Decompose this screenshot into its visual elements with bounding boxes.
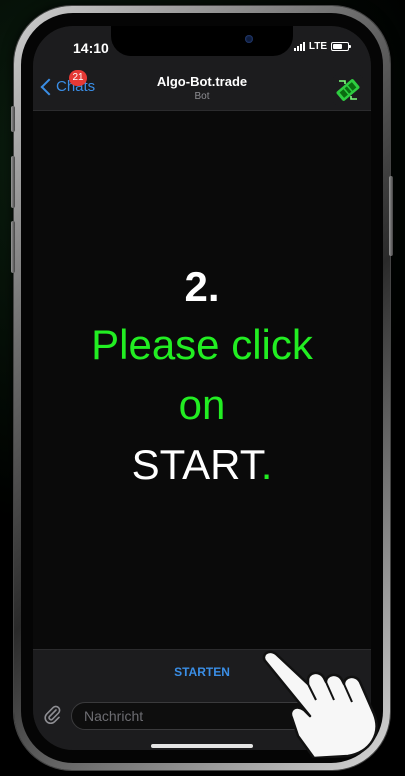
- instruction-line-2: on: [178, 381, 226, 428]
- algo-bot-logo-icon[interactable]: [333, 75, 363, 105]
- start-word: START: [131, 441, 261, 488]
- instruction-line-1: Please click: [91, 321, 313, 368]
- chat-subtitle: Bot: [194, 91, 210, 102]
- notch: [111, 26, 293, 56]
- chat-title[interactable]: Algo-Bot.trade: [33, 74, 371, 89]
- power-button: [389, 176, 393, 256]
- volume-up-button: [11, 156, 15, 208]
- volume-down-button: [11, 221, 15, 273]
- status-indicators: LTE: [293, 41, 351, 52]
- hand-pointer-icon: [262, 650, 378, 758]
- chat-area: 2. Please click on START.: [33, 111, 371, 649]
- paperclip-icon[interactable]: [42, 704, 62, 724]
- battery-icon: [331, 42, 351, 51]
- step-number: 2.: [184, 263, 220, 310]
- home-indicator: [151, 744, 253, 748]
- signal-icon: [293, 42, 305, 51]
- instruction-message: 2. Please click on START.: [33, 259, 371, 495]
- mute-switch: [11, 106, 15, 132]
- stage: 14:10 LTE Chats 21 Algo-Bot.trade Bot 2.…: [0, 0, 405, 776]
- status-time: 14:10: [73, 40, 109, 56]
- network-type: LTE: [308, 41, 327, 52]
- front-camera-icon: [245, 35, 253, 43]
- instruction-line-3: START.: [33, 435, 371, 495]
- chat-header: Chats 21 Algo-Bot.trade Bot: [33, 70, 371, 111]
- status-bar: 14:10 LTE: [33, 26, 371, 70]
- start-period: .: [260, 441, 273, 488]
